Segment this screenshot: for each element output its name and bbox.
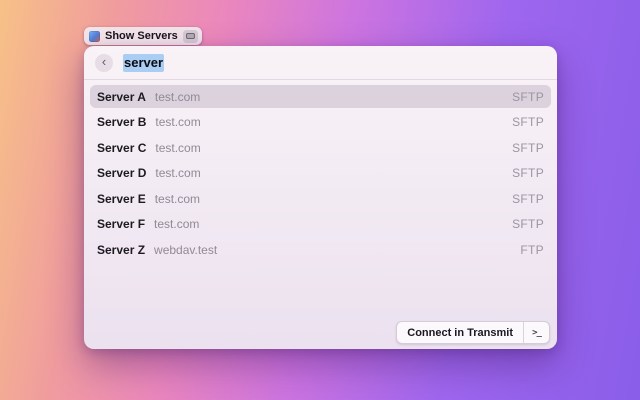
keyboard-key-icon xyxy=(182,29,198,43)
server-protocol: SFTP xyxy=(512,191,544,206)
server-host: test.com xyxy=(155,140,201,155)
connect-in-transmit-button[interactable]: Connect in Transmit xyxy=(397,322,523,343)
terminal-icon: >_ xyxy=(532,327,542,338)
server-row[interactable]: Server F test.com SFTP xyxy=(90,213,551,236)
open-terminal-button[interactable]: >_ xyxy=(524,322,549,343)
search-input-value: server xyxy=(123,54,165,72)
server-name: Server F xyxy=(97,217,146,231)
server-row[interactable]: Server C test.com SFTP xyxy=(90,136,551,159)
transmit-app-icon xyxy=(89,30,100,42)
server-name: Server A xyxy=(97,89,146,104)
server-name: Server D xyxy=(97,166,147,180)
server-row[interactable]: Server A test.com SFTP xyxy=(90,85,551,108)
server-host: test.com xyxy=(155,115,201,129)
server-list: Server A test.com SFTP Server B test.com SFTP… xyxy=(84,80,557,261)
server-name: Server B xyxy=(97,115,147,129)
server-row[interactable]: Server B test.com SFTP xyxy=(90,111,551,134)
server-protocol: SFTP xyxy=(512,140,544,155)
server-protocol: FTP xyxy=(520,242,544,257)
server-protocol: SFTP xyxy=(512,217,544,231)
quick-connect-panel: ‹ server Server A test.com SFTP Server B tes… xyxy=(84,46,557,349)
server-host: test.com xyxy=(154,217,200,231)
server-row[interactable]: Server Z webdav.test FTP xyxy=(90,238,551,261)
keycap-glyph xyxy=(185,33,195,39)
show-servers-label: Show Servers xyxy=(105,30,178,42)
server-protocol: SFTP xyxy=(512,166,544,180)
server-name: Server Z xyxy=(97,242,146,257)
server-row[interactable]: Server E test.com SFTP xyxy=(90,187,551,210)
search-bar: ‹ server xyxy=(84,46,557,80)
server-host: test.com xyxy=(155,166,201,180)
connect-split-button: Connect in Transmit >_ xyxy=(396,321,550,344)
server-protocol: SFTP xyxy=(512,89,544,104)
chevron-left-icon: ‹ xyxy=(101,54,107,69)
server-host: webdav.test xyxy=(154,242,218,257)
back-button[interactable]: ‹ xyxy=(95,53,113,72)
search-input[interactable]: server xyxy=(123,54,165,72)
server-host: test.com xyxy=(154,89,201,104)
server-protocol: SFTP xyxy=(512,115,544,129)
show-servers-button[interactable]: Show Servers xyxy=(84,27,202,45)
server-row[interactable]: Server D test.com SFTP xyxy=(90,162,551,185)
server-name: Server C xyxy=(97,140,147,155)
server-host: test.com xyxy=(154,191,201,206)
server-name: Server E xyxy=(97,191,146,206)
